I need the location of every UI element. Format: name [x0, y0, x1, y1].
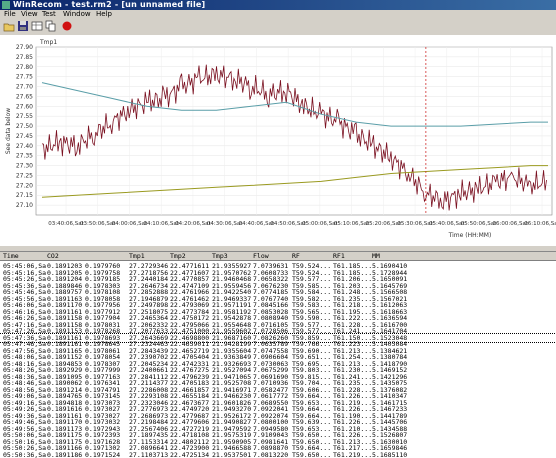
y-tick-label: 27.25 [16, 172, 33, 179]
series-label: Tmp1 [39, 39, 57, 46]
y-tick-label: 27.35 [16, 153, 33, 160]
y-tick-label: 27.60 [16, 103, 33, 110]
table-cell: 21.9537501 [212, 450, 252, 458]
y-tick-label: 27.30 [16, 163, 33, 170]
y-tick-label: 27.75 [16, 74, 33, 81]
menu-view[interactable]: View [21, 10, 38, 18]
col-tmp1[interactable]: Tmp1 [129, 252, 145, 260]
col-rf[interactable]: RF [292, 252, 300, 260]
app-icon [2, 1, 10, 9]
y-tick-label: 27.10 [16, 202, 33, 209]
record-icon[interactable] [61, 20, 73, 32]
menu-test[interactable]: Test [42, 10, 56, 18]
y-axis-label: See data below [5, 108, 12, 154]
col-co2[interactable]: CO2 [47, 252, 59, 260]
table-cell: 27.1103713 [129, 450, 169, 458]
col-tmp2[interactable]: Tmp2 [170, 252, 186, 260]
table-cell: T59.650... [292, 450, 332, 458]
table-cell: 05:50:36,Sa [3, 450, 47, 458]
y-tick-label: 27.20 [16, 182, 33, 189]
y-tick-label: 27.80 [16, 64, 33, 71]
chart-panel: 27.90 27.85 27.80 27.75 27.70 27.65 27.60 27.55… [0, 35, 556, 245]
open-icon[interactable] [3, 20, 15, 32]
y-tick-label: 27.50 [16, 123, 33, 130]
save-icon[interactable] [17, 20, 29, 32]
y-tick-label: 27.65 [16, 93, 33, 100]
y-tick-label: 27.85 [16, 54, 33, 61]
y-tick-label: 27.40 [16, 143, 33, 150]
table-icon[interactable] [31, 20, 43, 32]
table-cell: 0.1891186 [47, 450, 83, 458]
menu-bar: File View Test Window Help [0, 10, 556, 18]
table-cell: 22.4725134 [170, 450, 210, 458]
y-tick-label: 27.55 [16, 113, 33, 120]
col-flow[interactable]: Flow [253, 252, 269, 260]
col-rf1[interactable]: RF1 [333, 252, 345, 260]
x-axis-label: Time (HH:MM) [448, 232, 492, 239]
toolbar [0, 18, 556, 36]
col-mm[interactable]: MM [372, 252, 380, 260]
menu-file[interactable]: File [4, 10, 16, 18]
table-cell: T61.219... [333, 450, 373, 458]
table-header: Time CO2 Tmp1 Tmp2 Tmp3 Flow RF RF1 MM [0, 252, 556, 261]
menu-window[interactable]: Window [63, 10, 91, 18]
menu-help[interactable]: Help [96, 10, 112, 18]
table-cell: 7.0813220 [253, 450, 289, 458]
y-tick-label: 27.90 [16, 44, 33, 51]
table-row[interactable]: 05:50:36,Sa 0.1891186 0.1971524 27.1103713 2… [0, 451, 556, 458]
col-tmp3[interactable]: Tmp3 [212, 252, 228, 260]
data-table: Time CO2 Tmp1 Tmp2 Tmp3 Flow RF RF1 MM 0… [0, 252, 556, 458]
table-cell: 0.1971524 [85, 450, 121, 458]
copy-icon[interactable] [45, 20, 57, 32]
y-tick-label: 27.15 [16, 192, 33, 199]
y-tick-label: 27.45 [16, 133, 33, 140]
line-chart[interactable]: 27.90 27.85 27.80 27.75 27.70 27.65 27.60 27.55… [0, 35, 556, 245]
x-tick-label: 06:10:06,Sat [524, 221, 556, 227]
window-title: WinRecom - test.rm2 - [un unnamed file] [13, 0, 206, 9]
col-time[interactable]: Time [3, 252, 19, 260]
title-bar: WinRecom - test.rm2 - [un unnamed file] [0, 0, 556, 10]
table-cell: 5.1685110 [372, 450, 408, 458]
splitter[interactable] [0, 245, 556, 252]
y-tick-label: 27.70 [16, 84, 33, 91]
